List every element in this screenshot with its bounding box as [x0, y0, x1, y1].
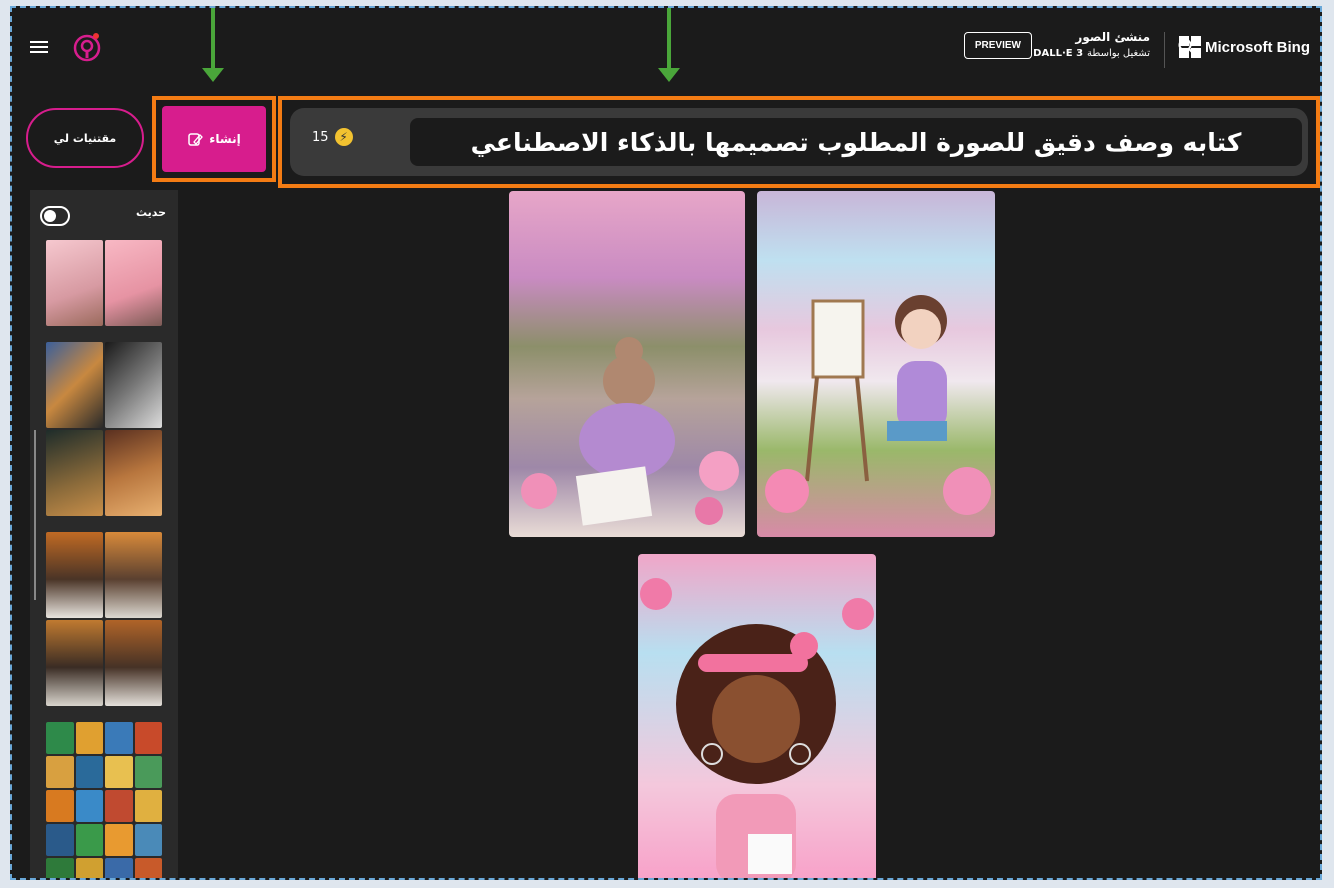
history-thumbnail[interactable] — [105, 824, 133, 856]
recent-sidebar: حديث — [30, 190, 178, 878]
history-thumbnail[interactable] — [105, 430, 162, 516]
lightning-icon: ⚡ — [334, 128, 353, 146]
header-divider — [1164, 32, 1165, 68]
history-thumbnail[interactable] — [105, 532, 162, 618]
prompt-bar: 15 ⚡ كتابه وصف دقيق للصورة المطلوب تصميم… — [290, 108, 1308, 176]
generated-image-girl-painting-easel[interactable] — [757, 191, 995, 537]
recent-label: حديث — [135, 206, 166, 219]
history-thumbnail[interactable] — [46, 824, 74, 856]
powered-by: DALL·E 3 تشغيل بواسطة — [1033, 48, 1150, 59]
app-title-block: منشئ الصور DALL·E 3 تشغيل بواسطة — [1033, 30, 1150, 59]
history-thumbnail[interactable] — [46, 722, 74, 754]
history-thumbnail[interactable] — [75, 722, 103, 754]
menu-icon[interactable] — [30, 38, 48, 56]
history-thumbnail[interactable] — [105, 790, 133, 822]
history-thumbnail[interactable] — [75, 858, 103, 878]
history-thumbnail[interactable] — [75, 824, 103, 856]
history-thumbnail[interactable] — [105, 620, 162, 706]
microsoft-logo-icon — [1179, 36, 1201, 58]
history-thumbnail[interactable] — [105, 756, 133, 788]
history-thumbnail[interactable] — [105, 342, 162, 428]
history-thumbnail[interactable] — [46, 240, 103, 326]
history-item[interactable] — [46, 342, 162, 516]
generated-image-curly-hair-girl[interactable] — [638, 554, 876, 878]
history-thumbnail[interactable] — [134, 756, 162, 788]
history-thumbnail[interactable] — [46, 790, 74, 822]
boost-count: 15 — [312, 129, 329, 145]
create-highlight-box: إنشاء — [152, 96, 276, 182]
app-title: منشئ الصور — [1075, 30, 1150, 44]
screenshot-frame: PREVIEW منشئ الصور DALL·E 3 تشغيل بواسطة … — [10, 6, 1322, 880]
history-thumbnail[interactable] — [134, 790, 162, 822]
annotation-arrow-create — [202, 8, 224, 82]
history-thumbnail[interactable] — [75, 756, 103, 788]
create-button[interactable]: إنشاء — [162, 106, 266, 172]
history-thumbnail[interactable] — [46, 430, 103, 516]
curly-hair-girl-illustration — [640, 578, 874, 878]
girl-painting-illustration — [765, 295, 991, 515]
create-icon — [188, 133, 204, 146]
history-thumbnail[interactable] — [105, 722, 133, 754]
annotation-arrow-prompt — [658, 8, 680, 82]
bing-brand[interactable]: Microsoft Bing — [1179, 36, 1310, 58]
history-thumbnail[interactable] — [105, 858, 133, 878]
prompt-input[interactable]: كتابه وصف دقيق للصورة المطلوب تصميمها با… — [410, 118, 1302, 166]
history-item[interactable] — [46, 722, 162, 878]
boost-counter[interactable]: 15 ⚡ — [312, 128, 353, 146]
history-thumbnail[interactable] — [46, 342, 103, 428]
my-creations-button[interactable]: مقتنيات لي — [26, 108, 144, 168]
app-logo-icon[interactable] — [72, 30, 102, 66]
history-thumbnail[interactable] — [134, 824, 162, 856]
preview-badge: PREVIEW — [963, 32, 1032, 59]
history-thumbnail[interactable] — [105, 240, 162, 326]
history-thumbnail[interactable] — [46, 858, 74, 878]
history-thumbnail[interactable] — [134, 858, 162, 878]
history-thumbnail[interactable] — [134, 722, 162, 754]
brand-label: Microsoft Bing — [1205, 38, 1310, 56]
model-name: DALL·E 3 — [1033, 48, 1084, 59]
sidebar-scrollbar[interactable] — [34, 430, 36, 600]
prompt-highlight-box: 15 ⚡ كتابه وصف دقيق للصورة المطلوب تصميم… — [278, 96, 1320, 188]
history-thumbnail[interactable] — [46, 532, 103, 618]
girl-drawing-illustration — [521, 337, 739, 526]
history-thumbnail[interactable] — [75, 790, 103, 822]
generated-image-girl-drawing-garden[interactable] — [509, 191, 745, 537]
history-item[interactable] — [46, 532, 162, 706]
history-item[interactable] — [46, 240, 162, 326]
create-label: إنشاء — [209, 132, 241, 146]
history-thumbnail[interactable] — [46, 620, 103, 706]
history-thumbnail[interactable] — [46, 756, 74, 788]
recent-toggle[interactable] — [40, 206, 70, 226]
powered-by-label: تشغيل بواسطة — [1087, 48, 1150, 59]
